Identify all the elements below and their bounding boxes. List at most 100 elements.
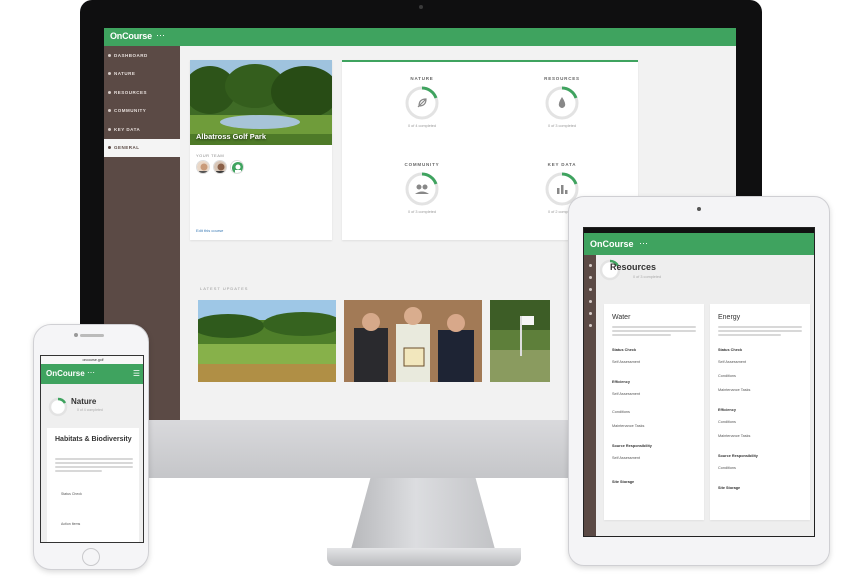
list-item[interactable]: Efficiency [612, 380, 630, 384]
list-item[interactable]: Self Assessment [718, 360, 746, 364]
list-item[interactable]: Conditions [718, 466, 736, 470]
resources-icon [108, 90, 111, 94]
list-item[interactable]: Site Storage [718, 486, 740, 490]
list-item[interactable]: Maintenance Tasks [612, 424, 644, 428]
card-title: Energy [718, 314, 741, 321]
list-item[interactable]: Self Assessment [612, 360, 640, 364]
community-icon [108, 109, 111, 113]
sidebar-dot-icon[interactable] [588, 288, 592, 291]
stat-resources[interactable]: RESOURCES 0 of 3 completed [502, 76, 622, 128]
monitor-stand [350, 478, 496, 553]
list-item[interactable]: Self Assessment [612, 392, 640, 396]
list-item[interactable]: Status Check [718, 348, 742, 352]
sidebar-item-label: NATURE [114, 71, 136, 77]
brand-logo[interactable]: OnCourse [110, 31, 152, 41]
sidebar-item-label: RESOURCES [114, 89, 148, 95]
key-data-icon [108, 127, 111, 131]
list-item[interactable]: Conditions [718, 420, 736, 424]
sidebar-item-label: KEY DATA [114, 126, 141, 132]
sidebar-dot-icon[interactable] [588, 264, 592, 267]
phone-device: oncourse.golf OnCourse ⋯ ☰ Nature 0 of 4… [33, 324, 149, 570]
list-item[interactable]: Self Assessment [612, 456, 640, 460]
stat-title: NATURE [410, 76, 434, 81]
course-name: Albatross Golf Park [196, 132, 267, 141]
page-subtitle: 0 of 4 completed [77, 408, 103, 412]
sidebar-item-key-data[interactable]: KEY DATA [104, 120, 180, 139]
sidebar-dot-icon[interactable] [588, 324, 592, 327]
avatar[interactable] [230, 160, 244, 174]
sidebar-item-label: GENERAL [114, 145, 140, 151]
list-item[interactable]: Source Responsibility [612, 444, 652, 448]
list-item[interactable]: Site Storage [612, 480, 634, 484]
device-mockup-stage: OnCourse ⋯ DASHBOARD NATURE RESOURCES CO… [0, 0, 846, 579]
tablet-screen: OnCourse ⋯ Resources 0 of 3 completed Wa… [583, 227, 815, 537]
nature-icon [108, 72, 111, 76]
habitats-card[interactable]: Habitats & Biodiversity Status Check Act… [47, 428, 139, 542]
sidebar-dot-icon[interactable] [588, 312, 592, 315]
stat-title: COMMUNITY [404, 162, 440, 167]
list-item[interactable]: Source Responsibility [718, 454, 758, 458]
list-item[interactable]: Status Check [612, 348, 636, 352]
sidebar-dot-icon[interactable] [588, 300, 592, 303]
sidebar-item-label: COMMUNITY [114, 108, 147, 114]
update-photo-award[interactable] [344, 300, 482, 382]
list-item[interactable]: Maintenance Tasks [718, 388, 750, 392]
brand-logo[interactable]: OnCourse [46, 369, 85, 378]
stat-nature[interactable]: NATURE 0 of 4 completed [362, 76, 482, 128]
update-photo-course[interactable] [198, 300, 336, 382]
water-drop-icon [545, 86, 579, 120]
phone-screen: oncourse.golf OnCourse ⋯ ☰ Nature 0 of 4… [40, 355, 144, 543]
team-label: YOUR TEAM [196, 153, 225, 158]
stat-sub: 0 of 3 completed [547, 124, 577, 128]
url-bar: oncourse.golf [41, 356, 143, 364]
tablet-device: OnCourse ⋯ Resources 0 of 3 completed Wa… [568, 196, 830, 566]
list-item[interactable]: Conditions [612, 410, 630, 414]
sidebar-item-general[interactable]: GENERAL [104, 138, 180, 157]
stat-title: KEY DATA [547, 162, 577, 167]
sidebar-item-label: DASHBOARD [114, 52, 148, 58]
energy-card[interactable]: Energy Status Check Self Assessment Cond… [710, 304, 810, 520]
edit-course-link[interactable]: Edit this course [196, 228, 223, 233]
sidebar-item-dashboard[interactable]: DASHBOARD [104, 46, 180, 65]
sidebar-item-nature[interactable]: NATURE [104, 65, 180, 84]
list-item[interactable]: Maintenance Tasks [718, 434, 750, 438]
speaker [80, 334, 104, 337]
avatar[interactable] [213, 160, 227, 174]
more-icon[interactable]: ⋯ [156, 30, 165, 41]
stat-title: RESOURCES [544, 76, 580, 81]
sidebar-item-resources[interactable]: RESOURCES [104, 83, 180, 102]
sidebar-item-community[interactable]: COMMUNITY [104, 102, 180, 121]
more-icon[interactable]: ⋯ [87, 368, 95, 377]
stat-sub: 0 of 3 completed [407, 210, 437, 214]
more-icon[interactable]: ⋯ [639, 238, 648, 249]
top-navbar: OnCourse ⋯ [584, 233, 814, 255]
camera [74, 333, 78, 337]
general-icon [108, 146, 111, 150]
page-title: Resources [610, 262, 657, 272]
page-title: Nature [71, 397, 97, 406]
course-card: Albatross Golf Park YOUR TEAM Edit this … [190, 60, 332, 240]
avatar[interactable] [196, 160, 210, 174]
water-card[interactable]: Water Status Check Self Assessment Effic… [604, 304, 704, 520]
list-item[interactable]: Action Items [61, 522, 80, 526]
list-item[interactable]: Conditions [718, 374, 736, 378]
camera [697, 207, 701, 211]
sidebar [584, 255, 596, 536]
list-item[interactable]: Status Check [61, 492, 82, 496]
people-icon [405, 172, 439, 206]
stat-community[interactable]: COMMUNITY 0 of 3 completed [362, 162, 482, 214]
sidebar-dot-icon[interactable] [588, 276, 592, 279]
update-photo-flag[interactable] [490, 300, 550, 382]
hamburger-menu-icon[interactable]: ☰ [133, 369, 140, 378]
card-description [718, 326, 802, 340]
card-description [55, 458, 133, 474]
dashboard-icon [108, 53, 111, 57]
team-avatars [196, 160, 244, 174]
monitor-base [327, 548, 521, 566]
card-description [612, 326, 696, 340]
brand-logo[interactable]: OnCourse [590, 239, 634, 249]
top-navbar: OnCourse ⋯ [104, 28, 736, 46]
top-navbar: OnCourse ⋯ ☰ [41, 364, 143, 384]
home-button[interactable] [82, 548, 100, 566]
list-item[interactable]: Efficiency [718, 408, 736, 412]
